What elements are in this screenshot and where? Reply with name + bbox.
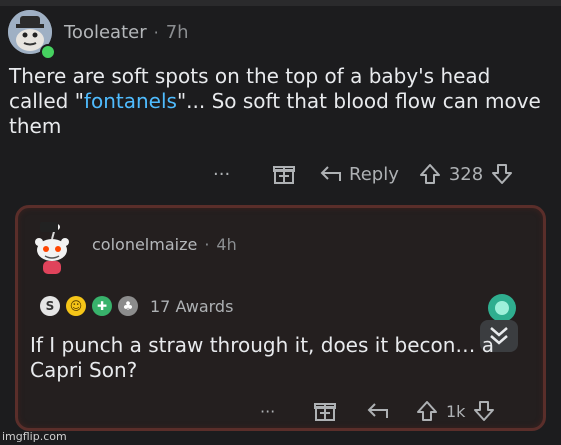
awards-count: 17 Awards	[150, 296, 234, 316]
reply-actions: ··· 1k	[260, 396, 495, 426]
reply-label: Reply	[349, 163, 399, 185]
top-edge	[0, 0, 561, 6]
reply-downvote-button[interactable]	[473, 400, 495, 422]
awards-row[interactable]: S ☺ ✚ ♣ 17 Awards	[40, 296, 233, 316]
reply-header: colonelmaize · 4h	[30, 220, 237, 276]
reply-body: If I punch a straw through it, does it b…	[30, 333, 495, 382]
downvote-icon	[492, 164, 513, 184]
reply-more-label: ···	[260, 401, 276, 421]
post-body: There are soft spots on the top of a bab…	[9, 64, 549, 139]
wholesome-award-icon: ☺	[66, 296, 86, 316]
post-header: Tooleater · 7h	[8, 10, 189, 60]
fontanels-link[interactable]: fontanels	[84, 89, 177, 113]
reply-arrow-icon	[367, 403, 388, 418]
user-avatar[interactable]	[8, 10, 56, 60]
post-award-button[interactable]	[273, 163, 295, 185]
upvote-icon	[419, 164, 440, 184]
post-username[interactable]: Tooleater	[64, 22, 147, 43]
post-downvote-button[interactable]	[491, 163, 513, 185]
post-upvote-button[interactable]	[419, 163, 441, 185]
reply-more-button[interactable]: ···	[260, 402, 294, 421]
reply-comment-box: colonelmaize · 4h S ☺ ✚ ♣ 17 Awards If I…	[15, 205, 546, 431]
post-vote-count: 328	[448, 163, 484, 185]
post-more-button[interactable]: ···	[213, 164, 249, 185]
reply-vote-count: 1k	[446, 401, 466, 421]
more-label: ···	[213, 163, 231, 185]
post-reply-button[interactable]: Reply	[319, 164, 399, 185]
reply-time: 4h	[216, 234, 237, 254]
reply-separator: ·	[204, 234, 210, 254]
snoo-avatar[interactable]	[30, 220, 74, 276]
gift-icon	[273, 166, 295, 184]
post-time: 7h	[165, 21, 189, 43]
reply-upvote-button[interactable]	[416, 400, 438, 422]
post-separator: ·	[153, 22, 159, 42]
upvote-icon	[417, 401, 437, 421]
reply-reply-button[interactable]	[366, 401, 390, 421]
online-status-icon	[40, 44, 56, 60]
post-actions: ··· Reply 328	[213, 158, 513, 190]
reply-username[interactable]: colonelmaize	[92, 235, 197, 254]
hugz-award-icon: ♣	[118, 296, 138, 316]
helpful-award-icon: ✚	[92, 296, 112, 316]
reply-award-button[interactable]	[314, 400, 336, 422]
gift-icon	[314, 403, 336, 421]
reply-arrow-icon	[320, 166, 341, 181]
imgflip-watermark: imgflip.com	[2, 430, 67, 443]
downvote-icon	[474, 401, 495, 421]
silver-award-icon: S	[40, 296, 60, 316]
